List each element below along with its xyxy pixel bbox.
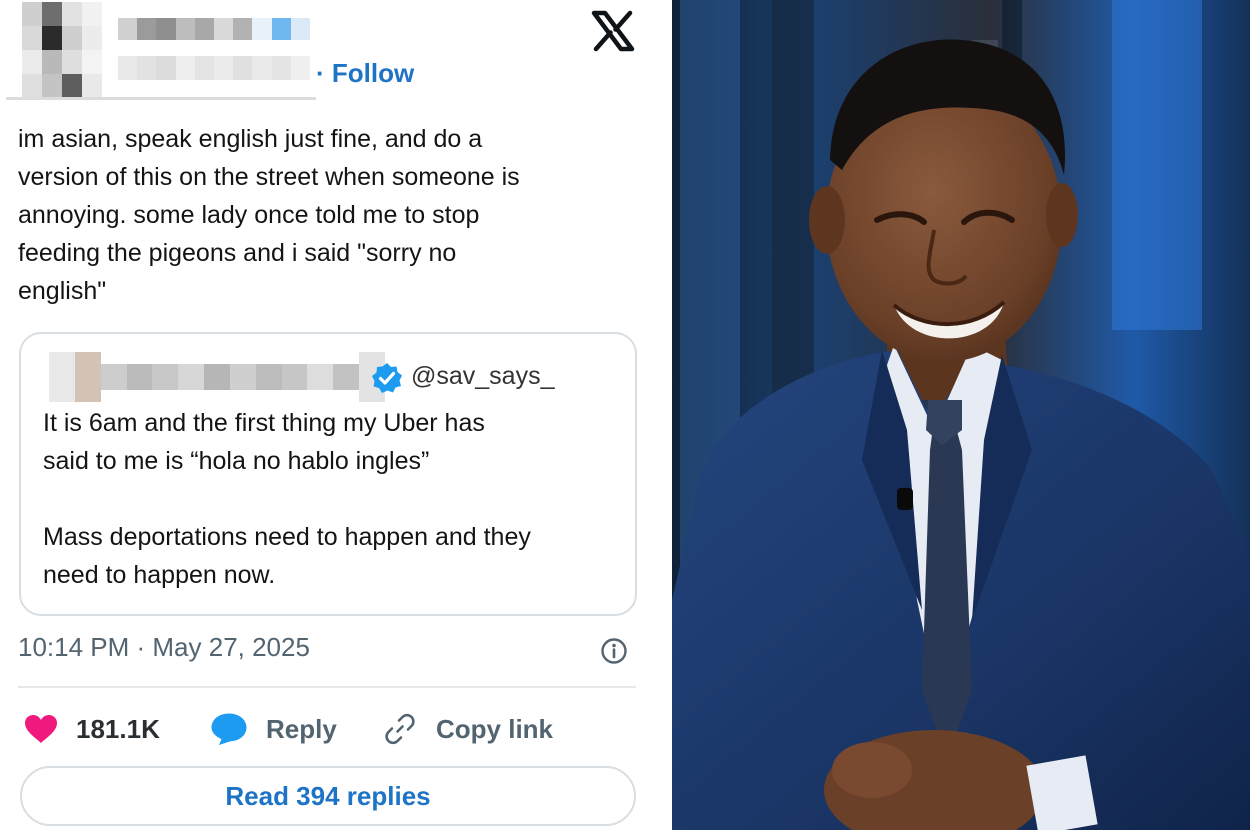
reaction-photo-illustration [672, 0, 1250, 830]
header-divider [6, 97, 316, 100]
quote-text-line: need to happen now. [43, 561, 276, 589]
copy-link-button[interactable]: Copy link [382, 706, 553, 752]
quote-text-line: said to me is “hola no hablo ingles” [43, 447, 430, 475]
tweet-text-line: annoying. some lady once told me to stop [18, 201, 480, 229]
tweet-text-line: im asian, speak english just fine, and d… [18, 125, 483, 153]
read-replies-button[interactable]: Read 394 replies [20, 766, 636, 826]
quote-text-line: Mass deportations need to happen and the… [43, 523, 531, 551]
tweet-timestamp[interactable]: 10:14 PM · May 27, 2025 [18, 632, 310, 663]
tweet-text-line: version of this on the street when someo… [18, 163, 520, 191]
like-count: 181.1K [76, 713, 160, 744]
reply-button[interactable]: Reply [210, 706, 337, 752]
avatar[interactable] [22, 2, 102, 98]
quoted-tweet[interactable]: @sav_says_ It is 6am and the first thing… [19, 332, 637, 616]
quote-text-line: It is 6am and the first thing my Uber ha… [43, 409, 485, 437]
tweet-header: · Follow [0, 0, 660, 105]
tweet-card: · Follow im asian, speak english just fi… [0, 0, 660, 830]
author-name-redacted[interactable] [118, 18, 311, 40]
info-icon[interactable] [600, 637, 628, 665]
speech-bubble-icon [211, 713, 247, 745]
tweet-text: im asian, speak english just fine, and d… [18, 120, 638, 310]
quoted-author-name-redacted[interactable] [49, 352, 385, 402]
x-logo-icon[interactable] [590, 10, 636, 52]
like-button[interactable]: 181.1K [24, 706, 160, 752]
quoted-tweet-text: It is 6am and the first thing my Uber ha… [43, 404, 633, 594]
divider [18, 686, 636, 688]
copy-link-label: Copy link [436, 713, 554, 744]
quoted-author-handle[interactable]: @sav_says_ [411, 362, 555, 391]
heart-icon [25, 715, 57, 743]
tweet-text-line: feeding the pigeons and i said "sorry no [18, 239, 457, 267]
reaction-photo [672, 0, 1250, 830]
follow-button[interactable]: · Follow [316, 58, 414, 89]
action-bar: 181.1K Reply Copy link [0, 706, 660, 752]
verified-badge-icon [372, 363, 402, 393]
author-handle-redacted [118, 56, 311, 80]
link-icon [385, 713, 415, 745]
tweet-text-line: english" [18, 277, 107, 305]
reply-label: Reply [266, 713, 337, 744]
